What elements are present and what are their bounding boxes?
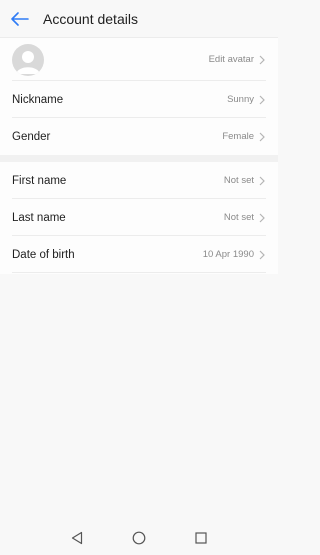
section-gap (0, 155, 278, 162)
personal-section: First name Not set Last name Not set Dat… (0, 162, 278, 274)
first-name-value: Not set (223, 175, 254, 186)
edit-avatar-text: Edit avatar (208, 54, 254, 65)
chevron-right-icon (258, 131, 266, 143)
avatar-row[interactable]: Edit avatar (12, 38, 266, 81)
gender-value: Female (222, 131, 254, 142)
chevron-right-icon (258, 94, 266, 106)
chevron-right-icon (258, 54, 266, 66)
last-name-value: Not set (223, 212, 254, 223)
square-recents-icon (195, 532, 207, 544)
nickname-value: Sunny (227, 94, 254, 105)
nav-recents-button[interactable] (193, 530, 209, 546)
first-name-row[interactable]: First name Not set (12, 162, 266, 199)
arrow-left-icon (11, 12, 29, 26)
profile-section: Edit avatar Nickname Sunny Gender Female (0, 38, 278, 155)
nickname-row[interactable]: Nickname Sunny (12, 81, 266, 118)
gender-label: Gender (12, 130, 51, 143)
date-of-birth-row[interactable]: Date of birth 10 Apr 1990 (12, 236, 266, 273)
gender-row[interactable]: Gender Female (12, 118, 266, 155)
date-of-birth-value: 10 Apr 1990 (202, 249, 254, 260)
chevron-right-icon (258, 249, 266, 261)
chevron-right-icon (258, 175, 266, 187)
last-name-label: Last name (12, 211, 66, 224)
nickname-label: Nickname (12, 93, 64, 106)
nav-back-button[interactable] (69, 530, 85, 546)
user-avatar-icon (12, 43, 44, 76)
chevron-right-icon (258, 212, 266, 224)
triangle-back-icon (71, 531, 83, 545)
app-header: Account details (0, 0, 278, 37)
nav-home-button[interactable] (131, 530, 147, 546)
page-title: Account details (43, 10, 138, 27)
last-name-row[interactable]: Last name Not set (12, 199, 266, 236)
system-nav-bar (0, 520, 278, 555)
first-name-label: First name (12, 174, 67, 187)
date-of-birth-label: Date of birth (12, 248, 75, 261)
back-button[interactable] (9, 9, 31, 29)
circle-home-icon (132, 531, 146, 545)
